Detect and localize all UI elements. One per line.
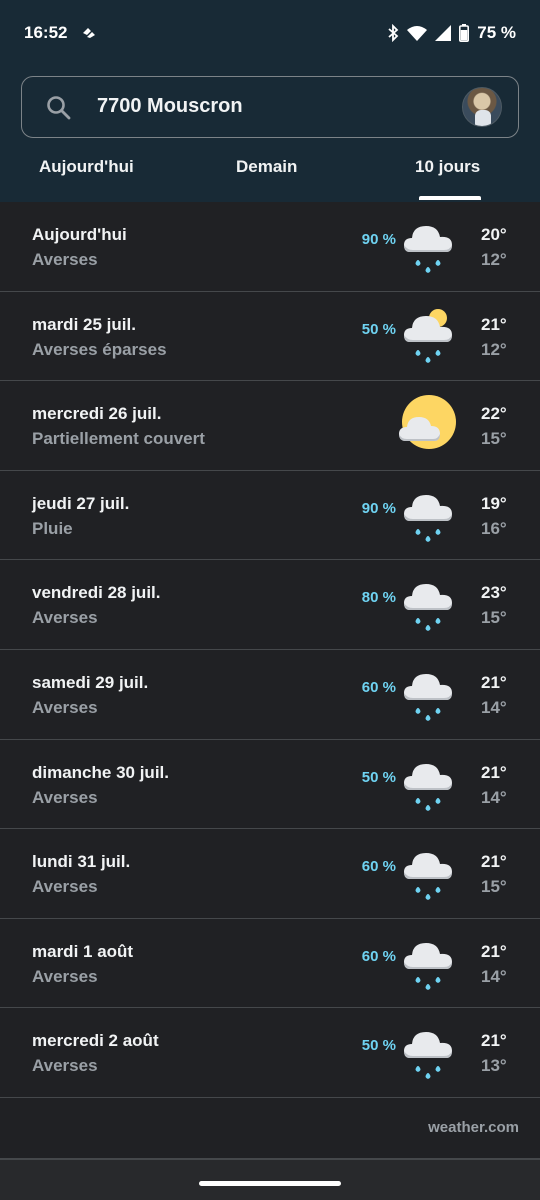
day-label: mercredi 2 août — [32, 1031, 159, 1051]
high-temp: 20° — [481, 225, 507, 244]
signal-icon — [435, 25, 452, 41]
condition-label: Averses — [32, 966, 98, 986]
low-temp: 15° — [481, 877, 507, 897]
home-gesture-bar[interactable] — [199, 1181, 341, 1186]
tab-today[interactable]: Aujourd'hui — [39, 157, 134, 177]
showers-icon — [398, 214, 458, 280]
showers-icon — [398, 483, 458, 549]
condition-label: Averses éparses — [32, 339, 167, 359]
forecast-row[interactable]: mercredi 2 août Averses 50 % 21° 13° — [0, 1008, 540, 1098]
status-time: 16:52 — [24, 23, 68, 42]
low-temp: 12° — [481, 250, 507, 269]
precipitation-chance: 50 % — [361, 1037, 396, 1055]
precipitation-chance: 90 % — [361, 499, 396, 517]
condition-label: Averses — [32, 877, 98, 897]
showers-icon — [398, 931, 458, 997]
day-label: vendredi 28 juil. — [32, 583, 161, 603]
forecast-row[interactable]: lundi 31 juil. Averses 60 % 21° 15° — [0, 829, 540, 919]
low-temp: 16° — [481, 518, 507, 538]
scattered-showers-icon — [398, 304, 458, 370]
day-label: mardi 25 juil. — [32, 314, 136, 334]
condition-label: Averses — [32, 1056, 98, 1076]
forecast-list: Aujourd'hui Averses 90 % 20° 12° mardi 25 jui… — [0, 202, 540, 1098]
forecast-row[interactable]: vendredi 28 juil. Averses 80 % 23° 15° — [0, 560, 540, 650]
showers-icon — [398, 572, 458, 638]
condition-label: Pluie — [32, 518, 73, 538]
precipitation-chance: 50 % — [361, 768, 396, 786]
forecast-row[interactable]: mardi 1 août Averses 60 % 21° 14° — [0, 919, 540, 1009]
partly-cloudy-icon — [398, 393, 458, 459]
high-temp: 21° — [481, 762, 507, 782]
tab-10-days[interactable]: 10 jours — [415, 157, 480, 177]
location-search-bar[interactable]: 7700 Mouscron — [21, 76, 519, 138]
high-temp: 21° — [481, 1031, 507, 1051]
selected-tab-indicator — [419, 196, 481, 200]
precipitation-chance: 90 % — [361, 231, 396, 248]
navigation-bar — [0, 1160, 540, 1200]
day-label: lundi 31 juil. — [32, 852, 131, 872]
high-temp: 22° — [481, 404, 507, 424]
high-temp: 21° — [481, 314, 507, 334]
day-label: jeudi 27 juil. — [32, 493, 130, 513]
precipitation-chance: 50 % — [361, 320, 396, 338]
precipitation-chance: 60 % — [361, 678, 396, 696]
wifi-icon — [407, 25, 428, 41]
low-temp: 15° — [481, 429, 507, 449]
condition-label: Averses — [32, 787, 98, 807]
low-temp: 14° — [481, 787, 507, 807]
forecast-row[interactable]: dimanche 30 juil. Averses 50 % 21° 14° — [0, 740, 540, 830]
notification-icon — [81, 26, 97, 40]
showers-icon — [398, 752, 458, 818]
day-label: mercredi 26 juil. — [32, 404, 162, 424]
precipitation-chance: 60 % — [361, 947, 396, 965]
forecast-row[interactable]: Aujourd'hui Averses 90 % 20° 12° — [0, 202, 540, 292]
battery-percent: 75 % — [477, 23, 516, 42]
day-label: mardi 1 août — [32, 941, 134, 961]
search-icon[interactable] — [46, 95, 72, 126]
day-label: dimanche 30 juil. — [32, 762, 169, 782]
avatar[interactable] — [462, 87, 502, 127]
tab-tomorrow[interactable]: Demain — [236, 157, 297, 177]
forecast-row[interactable]: samedi 29 juil. Averses 60 % 21° 14° — [0, 650, 540, 740]
low-temp: 15° — [481, 608, 507, 628]
condition-label: Averses — [32, 608, 98, 628]
showers-icon — [398, 841, 458, 907]
low-temp: 14° — [481, 966, 507, 986]
forecast-row[interactable]: mardi 25 juil. Averses éparses 50 % 21° 12° — [0, 292, 540, 382]
low-temp: 12° — [481, 339, 507, 359]
condition-label: Averses — [32, 697, 98, 717]
day-label: Aujourd'hui — [32, 225, 127, 244]
low-temp: 14° — [481, 697, 507, 717]
low-temp: 13° — [481, 1056, 507, 1076]
condition-label: Averses — [32, 250, 98, 269]
condition-label: Partiellement couvert — [32, 429, 205, 449]
source-link[interactable]: weather.com — [428, 1119, 519, 1136]
high-temp: 23° — [481, 583, 507, 603]
forecast-row[interactable]: mercredi 26 juil. Partiellement couvert 22… — [0, 381, 540, 471]
showers-icon — [398, 1020, 458, 1086]
forecast-tabs: Aujourd'hui Demain 10 jours — [0, 150, 540, 202]
app-header: 16:52 75 % 7700 Mouscron Aujourd'hui Dem… — [0, 0, 540, 202]
high-temp: 21° — [481, 672, 507, 692]
bluetooth-icon — [387, 24, 399, 42]
forecast-row[interactable]: jeudi 27 juil. Pluie 90 % 19° 16° — [0, 471, 540, 561]
showers-icon — [398, 662, 458, 728]
high-temp: 21° — [481, 941, 507, 961]
precipitation-chance: 60 % — [361, 858, 396, 876]
precipitation-chance: 80 % — [361, 589, 396, 607]
location-text[interactable]: 7700 Mouscron — [97, 95, 243, 118]
high-temp: 19° — [481, 493, 507, 513]
battery-icon — [459, 24, 470, 42]
day-label: samedi 29 juil. — [32, 672, 149, 692]
status-bar: 16:52 75 % — [0, 0, 540, 66]
high-temp: 21° — [481, 852, 507, 872]
